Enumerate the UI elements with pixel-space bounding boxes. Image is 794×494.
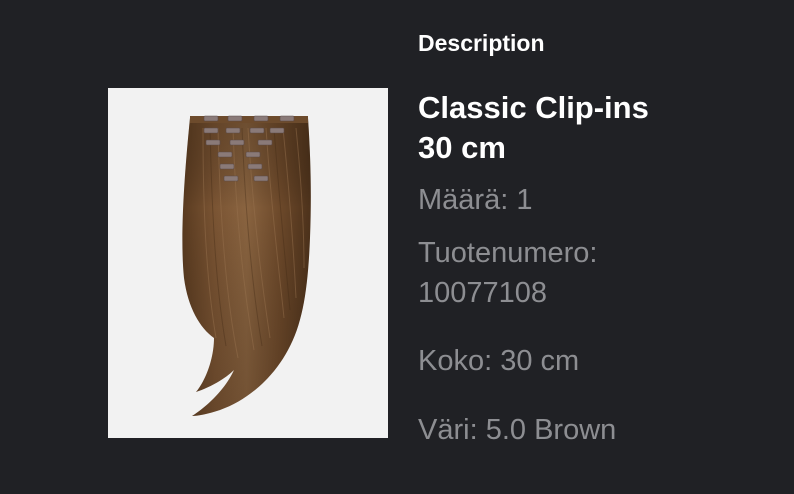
product-image (108, 88, 388, 438)
color-attribute: Väri: 5.0 Brown (418, 410, 778, 450)
hair-extension-image (182, 115, 311, 416)
sku-label: Tuotenumero: (418, 237, 598, 269)
product-title-line1: Classic Clip-ins (418, 90, 649, 125)
sku-value: 10077108 (418, 277, 548, 309)
color-label: Väri: (418, 414, 478, 446)
color-value: 5.0 Brown (485, 414, 617, 446)
size-label: Koko: (418, 345, 493, 377)
product-title: Classic Clip-ins 30 cm (418, 88, 778, 168)
size-attribute: Koko: 30 cm (418, 341, 778, 381)
description-heading: Description (418, 30, 545, 56)
size-value: 30 cm (500, 345, 580, 377)
product-title-line2: 30 cm (418, 130, 506, 165)
quantity-value: 1 (516, 184, 533, 216)
quantity-attribute: Määrä: 1 (418, 180, 778, 220)
quantity-label: Määrä: (418, 184, 509, 216)
sku-attribute: Tuotenumero: 10077108 (418, 233, 778, 313)
